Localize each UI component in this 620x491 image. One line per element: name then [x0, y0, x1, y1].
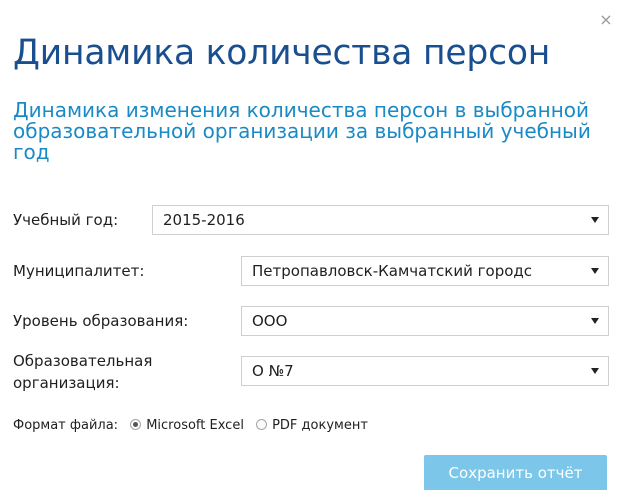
level-label: Уровень образования: — [13, 312, 189, 330]
radio-unchecked-icon[interactable] — [256, 419, 268, 430]
organization-label-line2: организация: — [13, 374, 120, 392]
dialog-title: Динамика количества персон — [13, 33, 551, 73]
format-option-excel[interactable]: Microsoft Excel — [130, 416, 244, 436]
report-dialog: × Динамика количества персон Динамика из… — [0, 0, 620, 490]
year-select[interactable]: 2015-2016 — [152, 205, 609, 235]
chevron-down-icon — [591, 217, 599, 223]
chevron-down-icon — [591, 318, 599, 324]
year-label: Учебный год: — [13, 211, 119, 229]
organization-select-value: О №7 — [252, 362, 294, 380]
municipality-select-value: Петропавловск-Камчатский городс — [252, 262, 533, 280]
save-report-button[interactable]: Сохранить отчёт — [424, 455, 607, 490]
municipality-select[interactable]: Петропавловск-Камчатский городс — [241, 256, 609, 286]
format-option-pdf-label: PDF документ — [272, 418, 368, 433]
file-format-label: Формат файла: — [13, 418, 119, 433]
level-select-value: ООО — [252, 312, 288, 330]
municipality-label: Муниципалитет: — [13, 262, 145, 280]
format-option-excel-label: Microsoft Excel — [146, 418, 244, 433]
format-option-pdf[interactable]: PDF документ — [256, 416, 368, 436]
close-icon[interactable]: × — [598, 10, 614, 30]
level-select[interactable]: ООО — [241, 306, 609, 336]
year-select-value: 2015-2016 — [163, 211, 245, 229]
organization-select[interactable]: О №7 — [241, 356, 609, 386]
chevron-down-icon — [591, 368, 599, 374]
dialog-subtitle: Динамика изменения количества персон в в… — [13, 98, 591, 164]
file-format-row: Формат файла: Microsoft Excel PDF докуме… — [13, 416, 368, 436]
radio-checked-icon[interactable] — [130, 419, 142, 430]
chevron-down-icon — [591, 268, 599, 274]
organization-label-line1: Образовательная — [13, 352, 153, 370]
